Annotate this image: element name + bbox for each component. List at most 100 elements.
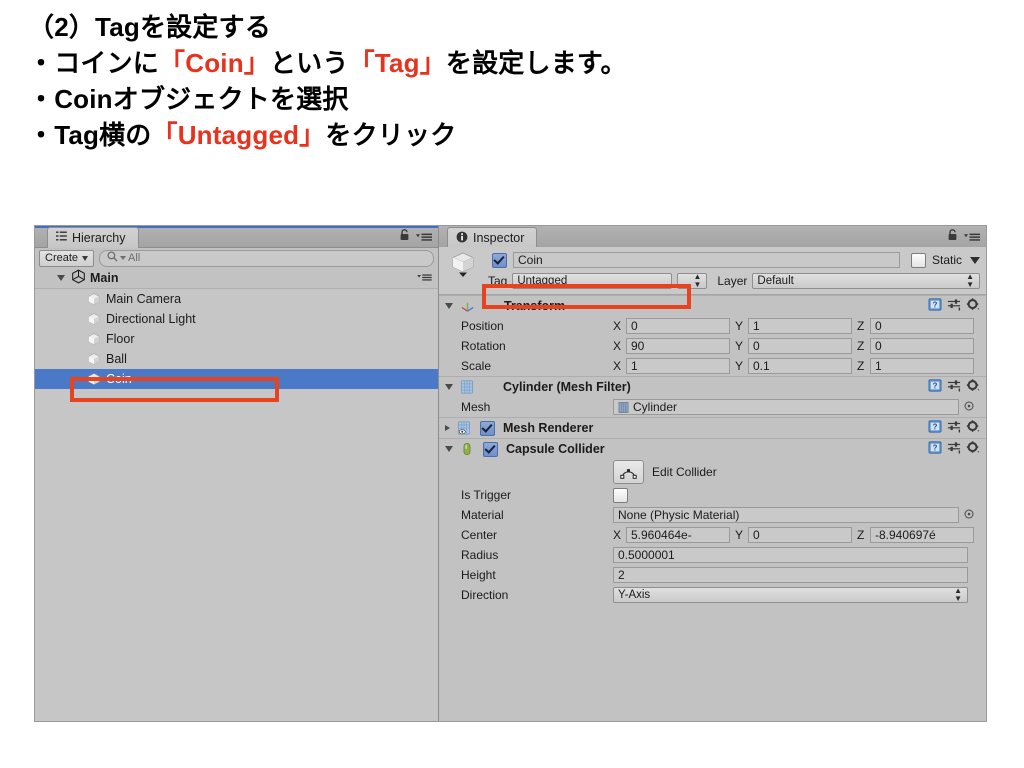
field-height[interactable]: 2 xyxy=(613,567,968,583)
field-center-z[interactable]: -8.940697é xyxy=(870,527,974,543)
object-field-material[interactable]: None (Physic Material) xyxy=(613,507,959,523)
slide-highlight-text: 「Untagged」 xyxy=(151,119,326,150)
field-scale-x[interactable]: 1 xyxy=(626,358,730,374)
slide-plain-text: ・Tag横の xyxy=(28,119,152,150)
component-enabled-checkbox[interactable] xyxy=(483,441,498,457)
axis-label-x: X xyxy=(613,359,622,373)
property-label: Center xyxy=(461,528,498,542)
hierarchy-icon xyxy=(56,231,67,245)
property-row-material: Material None (Physic Material) xyxy=(439,505,986,525)
expand-triangle-icon[interactable] xyxy=(445,425,450,431)
hierarchy-item-label: Coin xyxy=(106,372,132,386)
component-header-icons: ? xyxy=(928,420,980,436)
hierarchy-root-main[interactable]: Main xyxy=(35,268,438,289)
tag-dropdown[interactable]: Untagged xyxy=(512,273,673,289)
hierarchy-item-coin[interactable]: Coin xyxy=(35,369,438,389)
hierarchy-root-label: Main xyxy=(90,271,119,285)
create-button[interactable]: Create xyxy=(39,249,95,267)
updown-arrows-icon: ▲ ▼ xyxy=(693,272,702,289)
edit-collider-label: Edit Collider xyxy=(652,465,717,479)
gear-icon[interactable] xyxy=(966,420,980,436)
layer-dropdown[interactable]: Default ▲ ▼ xyxy=(752,273,980,289)
checkbox-is-trigger[interactable] xyxy=(613,487,628,503)
field-center-y[interactable]: 0 xyxy=(748,527,852,543)
help-book-icon[interactable]: ? xyxy=(928,379,942,395)
axis-label-y: Y xyxy=(735,359,744,373)
popup-direction[interactable]: Y-Axis ▲ ▼ xyxy=(613,587,968,603)
tab-inspector[interactable]: Inspector xyxy=(447,227,538,248)
preset-icon[interactable] xyxy=(947,441,961,457)
component-header-mesh-renderer[interactable]: Mesh Renderer ? xyxy=(439,417,986,438)
preset-icon[interactable] xyxy=(947,420,961,436)
tag-stepper[interactable]: ▲ ▼ xyxy=(677,272,708,289)
lock-icon[interactable] xyxy=(947,229,958,244)
gear-icon[interactable] xyxy=(966,379,980,395)
preset-icon[interactable] xyxy=(947,298,961,314)
object-picker-icon[interactable] xyxy=(964,400,974,414)
property-value: 2 xyxy=(613,567,986,583)
component-enabled-checkbox[interactable] xyxy=(480,420,495,436)
property-row-mesh: Mesh Cylinder xyxy=(439,397,986,417)
property-value: 0.5000001 xyxy=(613,547,986,563)
chevron-down-icon xyxy=(82,255,89,261)
hierarchy-item-directional-light[interactable]: Directional Light xyxy=(35,309,438,329)
edit-collider-row: Edit Collider xyxy=(439,459,986,485)
tab-hierarchy-label: Hierarchy xyxy=(72,231,126,245)
hierarchy-item-floor[interactable]: Floor xyxy=(35,329,438,349)
gear-icon[interactable] xyxy=(966,298,980,314)
axis-label-y: Y xyxy=(735,319,744,333)
help-book-icon[interactable]: ? xyxy=(928,441,942,457)
layer-value: Default xyxy=(757,275,794,287)
field-rotation-x[interactable]: 90 xyxy=(626,338,730,354)
axis-label-x: X xyxy=(613,528,622,542)
component-title: Capsule Collider xyxy=(506,442,605,456)
field-position-z[interactable]: 0 xyxy=(870,318,974,334)
object-name-field[interactable]: Coin xyxy=(513,252,900,268)
panel-menu-icon[interactable] xyxy=(416,232,432,242)
static-label: Static xyxy=(931,253,962,267)
hierarchy-search-input[interactable]: All xyxy=(99,249,434,267)
field-position-x[interactable]: 0 xyxy=(626,318,730,334)
static-checkbox[interactable] xyxy=(910,252,926,268)
gear-icon[interactable] xyxy=(966,441,980,457)
static-dropdown-icon[interactable] xyxy=(970,256,980,264)
scene-menu-icon[interactable] xyxy=(417,273,432,282)
component-header-capsule-collider[interactable]: Capsule Collider ? xyxy=(439,438,986,459)
field-center-x[interactable]: 5.960464e- xyxy=(626,527,730,543)
field-position-y[interactable]: 1 xyxy=(748,318,852,334)
property-value xyxy=(613,487,986,503)
hierarchy-item-ball[interactable]: Ball xyxy=(35,349,438,369)
help-book-icon[interactable]: ? xyxy=(928,298,942,314)
field-scale-z[interactable]: 1 xyxy=(870,358,974,374)
slide-line-2: ・コインに「Coin」という「Tag」を設定します。 xyxy=(28,46,988,82)
lock-icon[interactable] xyxy=(399,229,410,244)
collapse-triangle-icon[interactable] xyxy=(445,384,453,390)
hierarchy-item-main-camera[interactable]: Main Camera xyxy=(35,289,438,309)
slide-plain-text: （2）Tagを設定する xyxy=(28,12,271,42)
object-enabled-checkbox[interactable] xyxy=(492,252,507,268)
collapse-triangle-icon[interactable] xyxy=(445,303,453,309)
object-picker-icon[interactable] xyxy=(964,508,974,522)
property-label: Material xyxy=(461,508,504,522)
expand-triangle-icon[interactable] xyxy=(57,275,65,281)
collapse-triangle-icon[interactable] xyxy=(445,446,453,452)
field-radius[interactable]: 0.5000001 xyxy=(613,547,968,563)
axis-label-x: X xyxy=(613,339,622,353)
gameobject-cube-icon xyxy=(87,332,101,346)
field-scale-y[interactable]: 0.1 xyxy=(748,358,852,374)
field-rotation-y[interactable]: 0 xyxy=(748,338,852,354)
unity-logo-icon xyxy=(71,269,86,287)
tag-value: Untagged xyxy=(517,275,568,287)
property-value: X 90 Y 0Z 0 xyxy=(613,338,986,354)
edit-collider-button[interactable] xyxy=(613,460,644,484)
tab-hierarchy[interactable]: Hierarchy xyxy=(47,227,139,248)
preset-icon[interactable] xyxy=(947,379,961,395)
component-header-cylinder-mesh-filter[interactable]: Cylinder (Mesh Filter) ? xyxy=(439,376,986,397)
field-rotation-z[interactable]: 0 xyxy=(870,338,974,354)
panel-menu-icon[interactable] xyxy=(964,232,980,242)
slide-plain-text: を設定します。 xyxy=(445,47,627,78)
object-field-mesh[interactable]: Cylinder xyxy=(613,399,959,415)
component-header-transform[interactable]: Transform ? xyxy=(439,295,986,316)
help-book-icon[interactable]: ? xyxy=(928,420,942,436)
property-row-height: Height 2 xyxy=(439,565,986,585)
